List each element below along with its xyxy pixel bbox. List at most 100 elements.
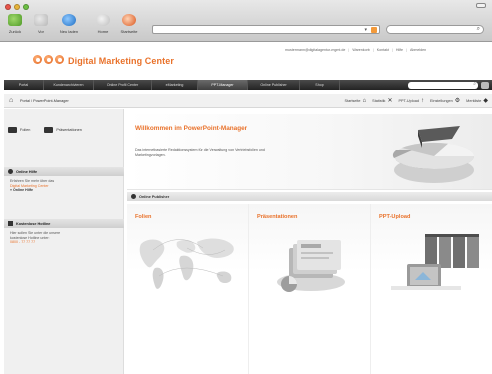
toolbar-label: PPT-Upload [398,98,419,103]
tab-shop[interactable]: Shop [300,80,340,90]
reload-button[interactable]: Neu laden [58,14,80,36]
dropdown-arrow-icon[interactable]: ▾ [364,27,367,33]
pie-chart-illustration [392,126,475,183]
toolbar-merkliste[interactable]: Merkliste ◆ [466,97,488,104]
settings-icon: ⚙ [454,98,461,104]
home-icon [96,14,110,26]
logo-circle-icon [44,55,53,64]
help-box-title: Online Hilfe [16,169,38,174]
start-page-button[interactable]: Startseite [118,14,140,36]
help-box: Online Hilfe Erfahren Sie mehr über das … [4,167,124,196]
toolbar-ppt-upload[interactable]: PPT-Upload ↑ [398,98,423,104]
card-title: PPT-Upload [379,214,411,220]
back-button[interactable]: Zurück [4,14,26,36]
tab-ppt-manager[interactable]: PPT-Manager [198,80,248,90]
section-header: Online Publisher [127,192,492,201]
card-folien[interactable]: Folien [127,204,249,374]
sidebar-quicklinks: Folien Präsentationen [8,127,82,133]
user-email-link[interactable]: mustermann@digitalagentur-mgmt.de [285,48,345,52]
tab-online-profile-center[interactable]: Online Profil Center [94,80,152,90]
tab-emarketing[interactable]: eMarketing [152,80,198,90]
close-window-button[interactable] [5,4,11,10]
logout-link[interactable]: Abmelden [410,48,426,52]
browser-search-input[interactable]: ⌕ [386,25,484,34]
bookmark-icon: ◆ [483,98,488,104]
toolbar-einstellungen[interactable]: Einstellungen ⚙ [430,97,460,104]
home-button[interactable]: Home [92,14,114,36]
hotline-box-body: Hier sollen Sie unter die unsere kostenl… [4,228,124,248]
logo-circle-icon [55,55,64,64]
online-help-link-label: Online Hilfe [13,188,33,193]
search-submit-button[interactable] [481,81,489,89]
folder-icon [8,127,17,133]
main-content: Willkommen im PowerPoint-Manager Das int… [127,109,492,374]
phone-icon [8,221,13,226]
main-navigation: Portal Kundenarchivieren Online Profil C… [4,80,492,90]
help-box-body: Erfahren Sie mehr über das Digital Marke… [4,176,124,196]
address-bar[interactable]: ▾ [152,25,380,34]
header-links: mustermann@digitalagentur-mgmt.de | Ware… [285,48,426,52]
card-praesentationen[interactable]: Präsentationen [249,204,371,374]
zoom-window-button[interactable] [23,4,29,10]
upload-icon: ↑ [420,97,424,104]
start-page-button-label: Startseite [120,29,138,34]
forward-button[interactable]: Vor [30,14,52,36]
tab-customer-archive[interactable]: Kundenarchivieren [44,80,94,90]
tools-icon: ✕ [387,98,393,104]
breadcrumb-bar: ⌂ Portal / PowerPoint-Manager Startseite… [4,94,492,108]
hotline-box-title: Kostenlose Hotline [16,221,51,226]
cart-link[interactable]: Warenkorb [352,48,369,52]
search-icon[interactable]: ⌕ [477,26,480,33]
toolbar-toggle-button[interactable] [476,3,486,8]
divider: | [372,48,374,52]
sidebar-item-praesentationen[interactable]: Präsentationen [44,127,82,133]
hotline-phone: 0800 - 77 77 77 [10,240,36,245]
tab-online-publisher[interactable]: Online Publisher [248,80,300,90]
back-button-label: Zurück [8,29,22,34]
breadcrumb[interactable]: Portal / PowerPoint-Manager [20,99,69,103]
card-title: Folien [135,214,152,220]
divider: | [391,48,393,52]
feature-cards: Folien Präsentationen PPT-Upload [127,204,492,374]
back-arrow-icon [8,14,22,26]
section-title: Online Publisher [139,194,170,199]
sidebar: Folien Präsentationen Online Hilfe Erfah… [4,109,124,374]
toolbar-statistik[interactable]: Statistik ✕ [372,97,392,104]
home-button-label: Home [97,29,109,34]
divider: | [348,48,350,52]
online-help-link[interactable]: » Online Hilfe [10,188,118,193]
toolbar-label: Startseite [344,98,361,103]
presentation-stack-icon [277,240,345,292]
browser-chrome: Zurück Vor Neu laden Home Startseite ▾ ⌕ [0,0,492,42]
tab-portal[interactable]: Portal [4,80,44,90]
home-icon: ⌂ [362,97,367,104]
welcome-text: Das internetbasierte Redaktionssystem fü… [135,148,265,157]
sidebar-item-folien[interactable]: Folien [8,127,30,133]
logo-circle-icon [33,55,42,64]
forward-arrow-icon [34,14,48,26]
forward-button-label: Vor [37,29,44,34]
site-search-input[interactable] [408,81,478,89]
hotline-box-header: Kostenlose Hotline [4,219,124,228]
toolbar-label: Statistik [372,98,386,103]
server-upload-icon [391,234,479,290]
card-title: Präsentationen [257,214,298,220]
folder-icon [44,127,54,133]
card-ppt-upload[interactable]: PPT-Upload [371,204,492,374]
site-logo[interactable] [33,55,64,64]
minimize-window-button[interactable] [14,4,20,10]
rss-icon[interactable] [371,27,377,33]
contact-link[interactable]: Kontakt [377,48,389,52]
reload-icon [62,14,76,26]
help-link[interactable]: Hilfe [396,48,403,52]
reload-button-label: Neu laden [59,29,79,34]
hotline-box: Kostenlose Hotline Hier sollen Sie unter… [4,219,124,248]
toolbar-startseite[interactable]: Startseite ⌂ [344,98,366,104]
home-icon[interactable]: ⌂ [9,97,13,104]
start-page-icon [122,14,136,26]
toolbar-label: Einstellungen [429,98,453,103]
world-map-icon [139,238,234,289]
page-title: Willkommen im PowerPoint-Manager [135,125,248,132]
bullet-icon [131,194,136,199]
search-icon: ⌕ [473,81,476,87]
